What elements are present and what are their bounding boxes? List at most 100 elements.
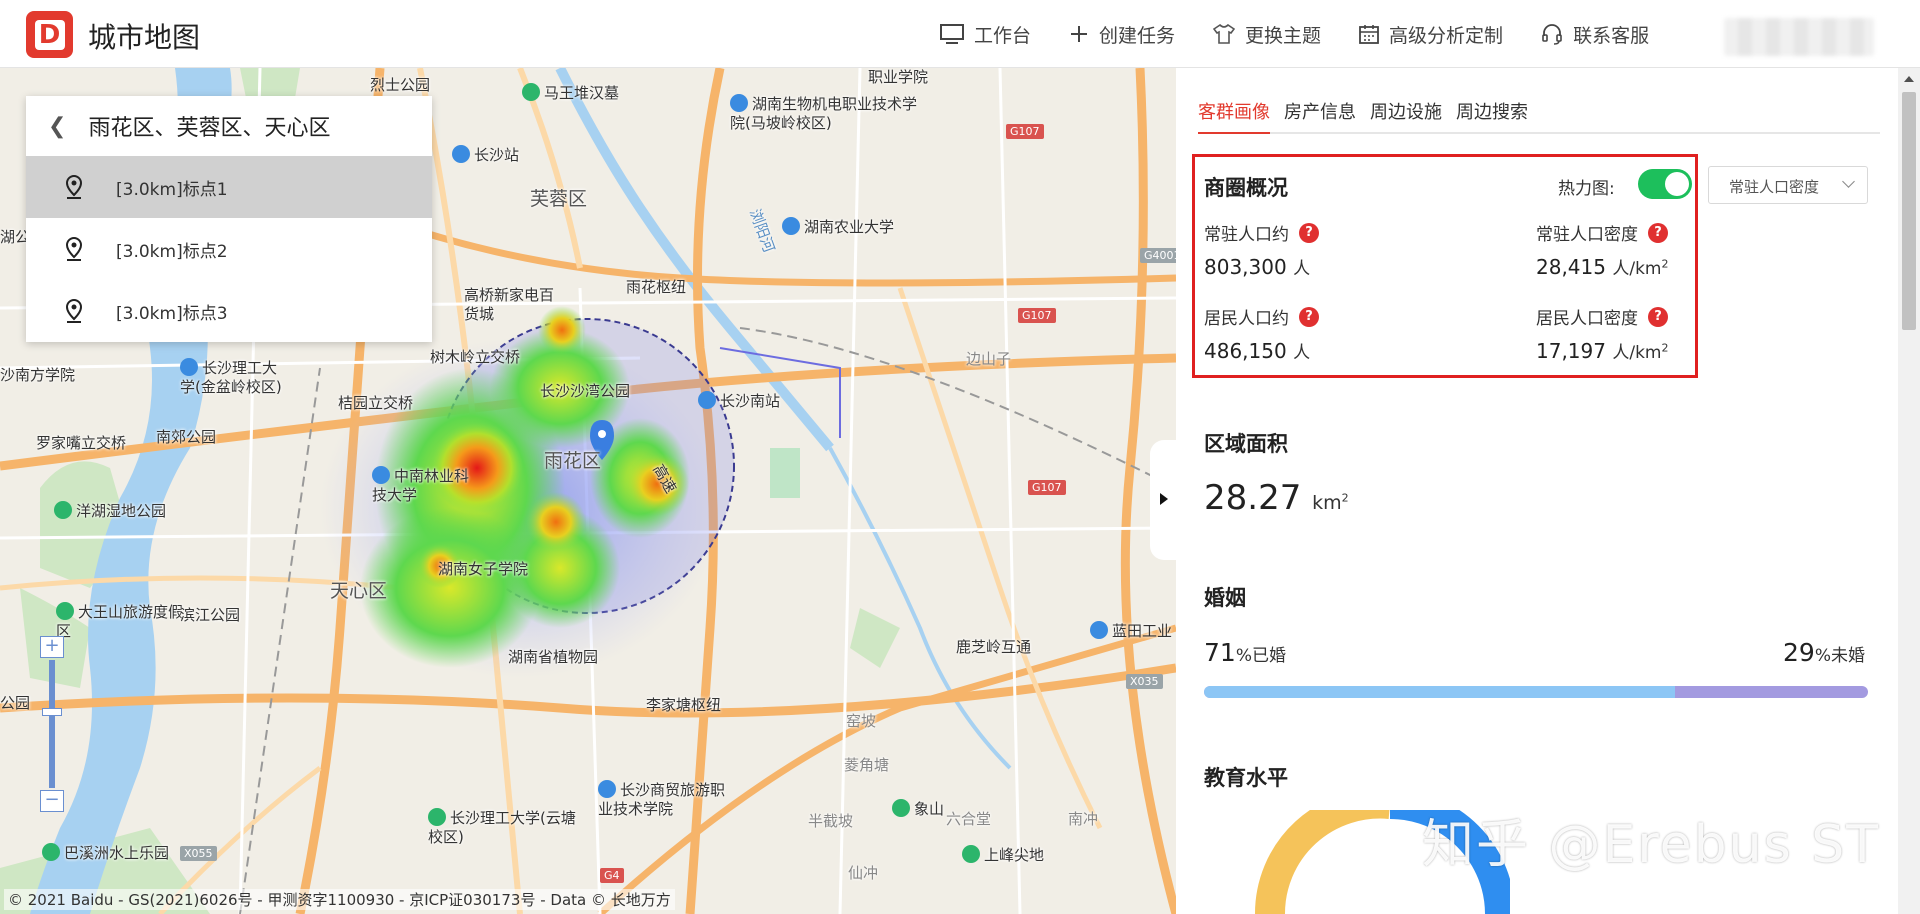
app-logo[interactable]: D <box>26 11 73 58</box>
back-arrow-icon[interactable]: ❮ <box>48 114 66 139</box>
district-item-label: [3.0km]标点2 <box>116 241 228 262</box>
resident-density-label: 常驻人口密度? <box>1536 220 1668 245</box>
unmarried-number: 29 <box>1783 638 1815 667</box>
help-icon[interactable]: ? <box>1648 306 1668 327</box>
resident-population-label: 常驻人口约? <box>1204 220 1319 245</box>
tab-nearby-search[interactable]: 周边搜索 <box>1456 90 1528 132</box>
nav-advanced-analysis-label: 高级分析定制 <box>1389 24 1504 47</box>
nav-create-task-label: 创建任务 <box>1099 24 1176 47</box>
map-label: 大王山旅游度假区 <box>56 602 186 641</box>
district-item-3[interactable]: [3.0km]标点3 <box>26 280 432 342</box>
unmarried-percent: 29%未婚 <box>1783 638 1865 667</box>
map-label: 职业学院 <box>868 68 929 86</box>
chevron-down-icon <box>1842 175 1855 188</box>
household-population-label: 居民人口约? <box>1204 304 1319 329</box>
map-label: 长沙沙湾公园 <box>540 382 631 400</box>
help-icon[interactable]: ? <box>1299 306 1319 327</box>
road-sign: G107 <box>1006 124 1044 139</box>
tab-facilities[interactable]: 周边设施 <box>1370 90 1442 132</box>
map-label: 罗家嘴立交桥 <box>36 434 127 452</box>
map-label: 边山子 <box>966 350 1012 368</box>
stat-label-text: 常驻人口密度 <box>1536 225 1638 245</box>
stat-unit: 人/km2 <box>1612 257 1668 279</box>
zoom-control: + − <box>40 636 64 812</box>
map-label: 湖南生物机电职业技术学院(马坡岭校区) <box>730 94 920 133</box>
education-title: 教育水平 <box>1204 766 1288 790</box>
map-label: 长沙理工大学(金盆岭校区) <box>180 358 290 397</box>
location-pin-icon <box>65 174 83 199</box>
map-label: 湖南农业大学 <box>782 216 894 237</box>
resident-density-value: 28,415 人/km2 <box>1536 254 1668 279</box>
tab-property-info[interactable]: 房产信息 <box>1284 90 1356 132</box>
map-label: 象山 <box>892 798 944 819</box>
district-item-2[interactable]: [3.0km]标点2 <box>26 218 432 280</box>
panel-tabs: 客群画像 房产信息 周边设施 周边搜索 <box>1198 90 1880 134</box>
map-label: 南冲 <box>1068 810 1099 828</box>
marriage-ratio-bar <box>1204 686 1868 698</box>
help-icon[interactable]: ? <box>1648 222 1668 243</box>
road-sign: X035 <box>1126 674 1163 689</box>
scroll-up-arrow-icon[interactable] <box>1904 76 1914 82</box>
panel-scrollbar[interactable] <box>1898 68 1920 914</box>
married-label: %已婚 <box>1235 646 1286 666</box>
headset-icon <box>1542 24 1562 45</box>
nav-create-task[interactable]: 创建任务 <box>1069 21 1175 48</box>
map-label: 半截坡 <box>808 812 854 830</box>
road-sign: G107 <box>1018 308 1056 323</box>
nav-advanced-analysis[interactable]: 高级分析定制 <box>1359 21 1503 48</box>
heatmap-toggle[interactable] <box>1638 169 1692 199</box>
map-label: 窑坡 <box>846 712 877 730</box>
map-label: 长沙理工大学(云塘校区) <box>428 808 578 847</box>
scrollbar-thumb[interactable] <box>1902 92 1916 330</box>
nav-change-theme-label: 更换主题 <box>1245 24 1322 47</box>
stat-number: 803,300 <box>1204 255 1287 279</box>
map-label: 李家塘枢纽 <box>646 696 722 714</box>
zoom-out-button[interactable]: − <box>40 790 64 812</box>
watermark: 知乎 @Erebus ST <box>1422 815 1880 875</box>
nav-change-theme[interactable]: 更换主题 <box>1213 21 1321 48</box>
household-density-label: 居民人口密度? <box>1536 304 1668 329</box>
nav-workbench-label: 工作台 <box>974 24 1032 47</box>
nav-workbench[interactable]: 工作台 <box>940 21 1031 48</box>
app-title: 城市地图 <box>88 21 201 54</box>
panel-collapse-handle[interactable] <box>1150 440 1178 560</box>
district-header[interactable]: ❮ 雨花区、芙蓉区、天心区 <box>26 96 432 156</box>
stat-label-text: 常驻人口约 <box>1204 225 1289 245</box>
map-label: 树木岭立交桥 <box>430 348 521 366</box>
district-item-label: [3.0km]标点3 <box>116 303 228 324</box>
density-select-value: 常驻人口密度 <box>1729 178 1820 196</box>
zoom-slider-handle[interactable] <box>42 708 62 716</box>
map-label: 雨花枢纽 <box>626 278 687 296</box>
plus-icon <box>1071 26 1088 42</box>
map-label: 鹿芝岭互通 <box>956 638 1032 656</box>
road-sign: G4 <box>600 868 624 883</box>
tab-customer-profile[interactable]: 客群画像 <box>1198 90 1270 134</box>
calendar-icon <box>1359 25 1379 44</box>
logo-letter: D <box>34 19 65 50</box>
user-avatar-blurred[interactable] <box>1724 18 1874 56</box>
district-item-1[interactable]: [3.0km]标点1 <box>26 156 432 218</box>
household-population-value: 486,150 人 <box>1204 338 1310 363</box>
zoom-in-button[interactable]: + <box>40 636 64 658</box>
density-select[interactable]: 常驻人口密度 <box>1708 166 1868 204</box>
nav-customer-service-label: 联系客服 <box>1573 24 1650 47</box>
district-item-label: [3.0km]标点1 <box>116 179 228 200</box>
area-unit-text: km <box>1312 492 1342 514</box>
stat-unit-text: 人/km <box>1612 259 1662 279</box>
map-label: 桔园立交桥 <box>338 394 414 412</box>
map-label: 六合堂 <box>946 810 992 828</box>
map-label: 高桥新家电百货城 <box>464 286 555 323</box>
married-percent: 71%已婚 <box>1204 638 1286 667</box>
location-pin-icon <box>65 236 83 261</box>
top-header: D 城市地图 工作台 创建任务 更换主题 高级分析定制 联系客服 <box>0 0 1920 68</box>
area-number: 28.27 <box>1204 478 1302 518</box>
map-copyright: © 2021 Baidu - GS(2021)6026号 - 甲测资字11009… <box>4 889 675 910</box>
stat-unit-text: 人/km <box>1612 343 1662 363</box>
monitor-icon <box>940 24 964 44</box>
help-icon[interactable]: ? <box>1299 222 1319 243</box>
nav-customer-service[interactable]: 联系客服 <box>1541 21 1649 48</box>
area-unit-sup: 2 <box>1341 491 1349 505</box>
top-nav: 工作台 创建任务 更换主题 高级分析定制 联系客服 <box>940 0 1687 68</box>
map-label: 沙南方学院 <box>0 366 76 384</box>
zoom-slider-track[interactable] <box>49 660 55 788</box>
